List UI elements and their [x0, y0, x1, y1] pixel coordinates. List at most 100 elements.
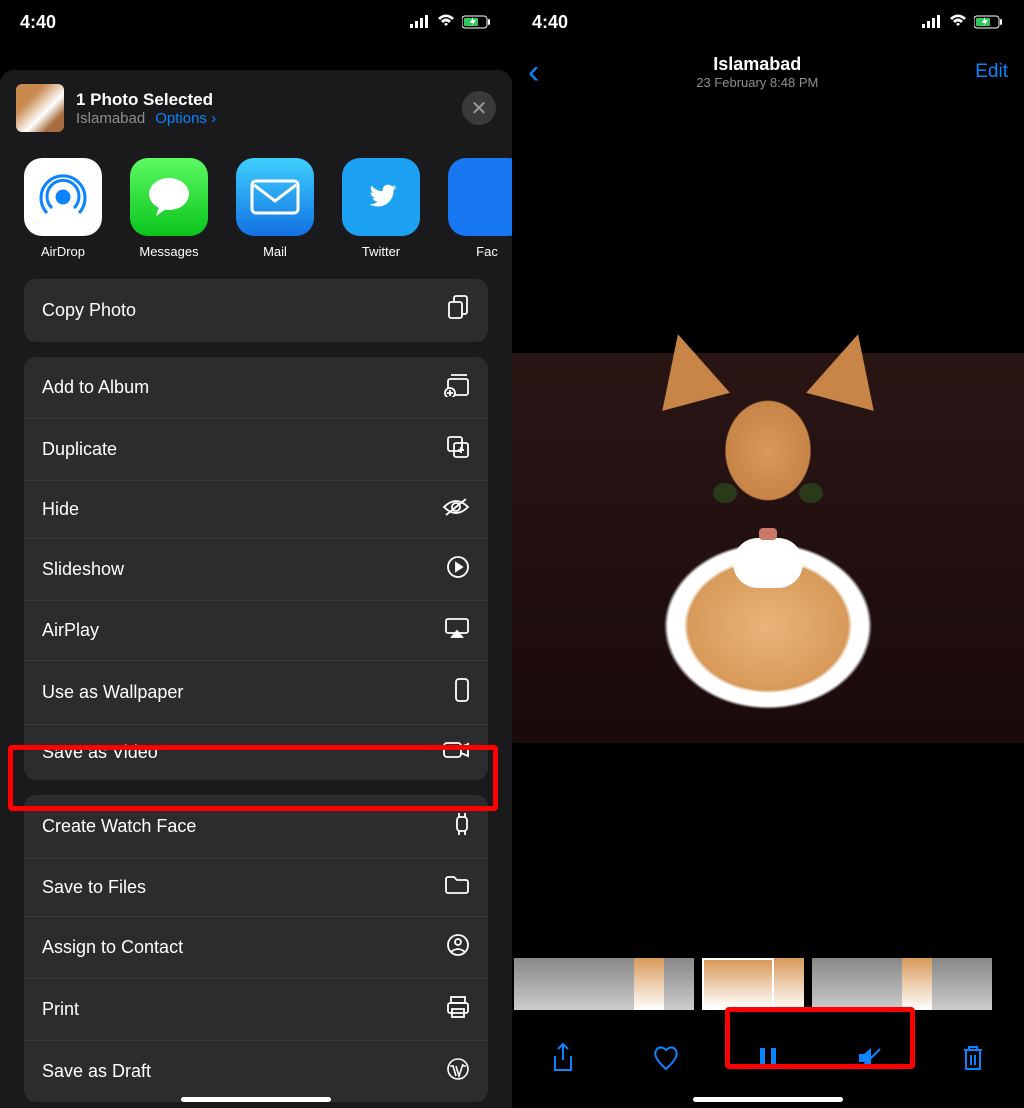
wordpress-icon: [446, 1057, 470, 1086]
action-hide[interactable]: Hide: [24, 480, 488, 538]
folder-icon: [444, 875, 470, 900]
action-duplicate[interactable]: Duplicate: [24, 418, 488, 480]
share-header-text: 1 Photo Selected Islamabad Options ›: [76, 90, 450, 127]
action-label: Duplicate: [42, 439, 117, 460]
status-indicators: [410, 12, 492, 33]
filmstrip-group[interactable]: [514, 958, 694, 1010]
filmstrip-thumb[interactable]: [962, 958, 992, 1010]
action-label: AirPlay: [42, 620, 99, 641]
phone-photo-viewer: 4:40 ‹ Islamabad 23 February 8:48 PM Edi…: [512, 0, 1024, 1108]
photo-nav-bar: ‹ Islamabad 23 February 8:48 PM Edit: [512, 44, 1024, 100]
action-label: Assign to Contact: [42, 937, 183, 958]
copy-icon: [446, 295, 470, 326]
filmstrip-thumb-active[interactable]: [702, 958, 774, 1010]
twitter-icon: [342, 158, 420, 236]
phone-rect-icon: [454, 677, 470, 708]
nav-title: Islamabad: [696, 54, 818, 75]
close-icon: ✕: [471, 96, 488, 121]
action-label: Print: [42, 999, 79, 1020]
share-app-facebook[interactable]: Fac: [448, 158, 512, 259]
filmstrip-thumb[interactable]: [774, 958, 804, 1010]
action-label: Create Watch Face: [42, 816, 196, 837]
video-icon: [442, 741, 470, 764]
filmstrip-thumb[interactable]: [842, 958, 872, 1010]
action-save-as-draft[interactable]: Save as Draft: [24, 1040, 488, 1102]
action-use-as-wallpaper[interactable]: Use as Wallpaper: [24, 660, 488, 724]
filmstrip-thumb[interactable]: [902, 958, 932, 1010]
share-title: 1 Photo Selected: [76, 90, 450, 110]
mute-button[interactable]: [848, 1036, 892, 1080]
album-add-icon: [444, 373, 470, 402]
status-indicators: [922, 12, 1004, 33]
filmstrip-thumb[interactable]: [872, 958, 902, 1010]
airplay-icon: [444, 617, 470, 644]
person-circle-icon: [446, 933, 470, 962]
status-bar-right: 4:40: [512, 0, 1024, 44]
share-sheet: 1 Photo Selected Islamabad Options › ✕ A…: [0, 70, 512, 1108]
photo-toolbar: [512, 1028, 1024, 1088]
cellular-signal-icon: [410, 12, 430, 33]
action-print[interactable]: Print: [24, 978, 488, 1040]
home-indicator[interactable]: [181, 1097, 331, 1102]
filmstrip-thumb[interactable]: [544, 958, 574, 1010]
action-slideshow[interactable]: Slideshow: [24, 538, 488, 600]
share-options-link[interactable]: Options ›: [155, 110, 216, 127]
action-label: Copy Photo: [42, 300, 136, 321]
action-label: Hide: [42, 499, 79, 520]
action-label: Save as Draft: [42, 1061, 151, 1082]
action-save-to-files[interactable]: Save to Files: [24, 858, 488, 916]
filmstrip-thumb[interactable]: [812, 958, 842, 1010]
share-app-messages[interactable]: Messages: [130, 158, 208, 259]
action-airplay[interactable]: AirPlay: [24, 600, 488, 660]
action-label: Add to Album: [42, 377, 149, 398]
nav-title-block: Islamabad 23 February 8:48 PM: [696, 54, 818, 90]
action-copy-photo[interactable]: Copy Photo: [24, 279, 488, 342]
filmstrip-thumb[interactable]: [514, 958, 544, 1010]
status-time: 4:40: [532, 12, 568, 33]
filmstrip-thumb[interactable]: [664, 958, 694, 1010]
favorite-button[interactable]: [644, 1036, 688, 1080]
app-label: Mail: [263, 244, 287, 259]
share-app-airdrop[interactable]: AirDrop: [24, 158, 102, 259]
home-indicator[interactable]: [693, 1097, 843, 1102]
cellular-signal-icon: [922, 12, 942, 33]
action-label: Save as Video: [42, 742, 158, 763]
filmstrip-group[interactable]: [812, 958, 992, 1010]
facebook-icon: [448, 158, 512, 236]
status-time: 4:40: [20, 12, 56, 33]
filmstrip-thumb[interactable]: [574, 958, 604, 1010]
photo-filmstrip[interactable]: [512, 958, 1024, 1010]
filmstrip-thumb[interactable]: [634, 958, 664, 1010]
edit-button[interactable]: Edit: [975, 61, 1008, 83]
mail-icon: [236, 158, 314, 236]
share-subtitle: Islamabad Options ›: [76, 110, 450, 127]
app-label: AirDrop: [41, 244, 85, 259]
play-circle-icon: [446, 555, 470, 584]
action-assign-to-contact[interactable]: Assign to Contact: [24, 916, 488, 978]
nav-subtitle: 23 February 8:48 PM: [696, 75, 818, 90]
eye-slash-icon: [442, 497, 470, 522]
back-button[interactable]: ‹: [528, 55, 539, 89]
wifi-icon: [436, 12, 456, 33]
photo-content-cat: [512, 353, 1024, 743]
filmstrip-group-active[interactable]: [702, 958, 804, 1010]
app-label: Fac: [476, 244, 498, 259]
share-thumbnail: [16, 84, 64, 132]
action-add-to-album[interactable]: Add to Album: [24, 357, 488, 418]
action-save-as-video[interactable]: Save as Video: [24, 724, 488, 780]
wifi-icon: [948, 12, 968, 33]
pause-button[interactable]: [746, 1036, 790, 1080]
filmstrip-thumb[interactable]: [932, 958, 962, 1010]
share-button[interactable]: [541, 1036, 585, 1080]
share-apps-row[interactable]: AirDrop Messages Mail Twitter: [0, 150, 512, 279]
duplicate-icon: [446, 435, 470, 464]
delete-button[interactable]: [951, 1036, 995, 1080]
share-app-twitter[interactable]: Twitter: [342, 158, 420, 259]
photo-viewer-area[interactable]: [512, 108, 1024, 948]
filmstrip-thumb[interactable]: [604, 958, 634, 1010]
close-button[interactable]: ✕: [462, 91, 496, 125]
action-label: Slideshow: [42, 559, 124, 580]
action-create-watch-face[interactable]: Create Watch Face: [24, 795, 488, 858]
share-app-mail[interactable]: Mail: [236, 158, 314, 259]
chevron-left-icon: ‹: [528, 53, 539, 91]
